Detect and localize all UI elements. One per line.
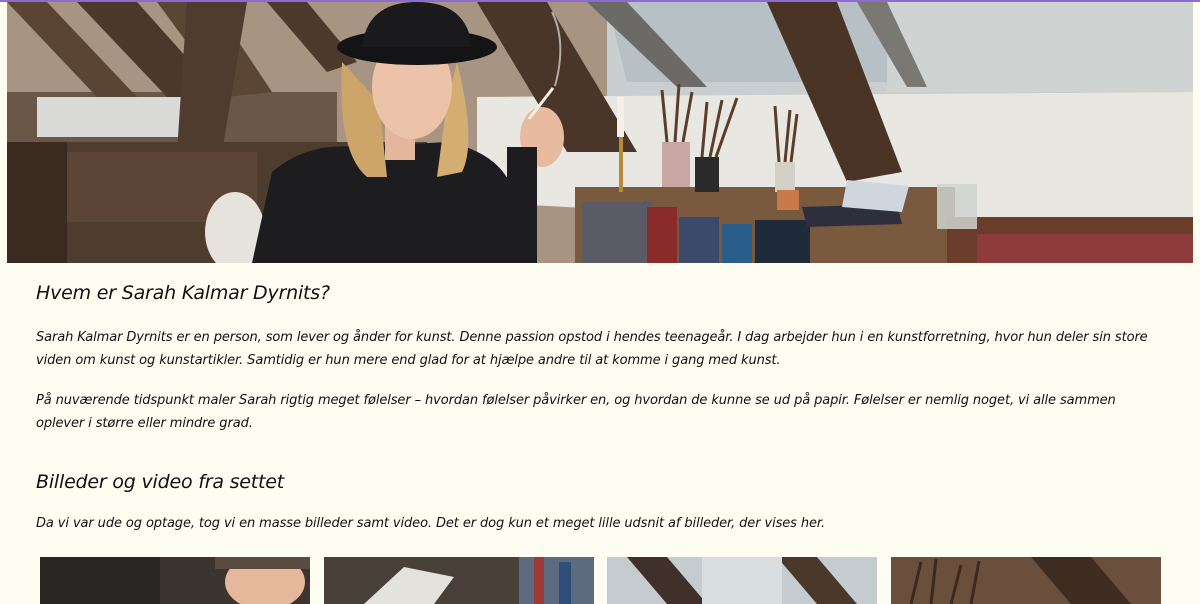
hero-image	[7, 2, 1193, 263]
gallery-thumbnail[interactable]	[607, 557, 877, 604]
gallery-heading: Billeder og video fra settet	[36, 471, 285, 493]
gallery-thumbnail[interactable]	[324, 557, 594, 604]
gallery-thumbnail[interactable]	[40, 557, 310, 604]
about-paragraph-1: Sarah Kalmar Dyrnits er en person, som l…	[36, 330, 1148, 368]
photo-icon	[40, 557, 310, 604]
photo-gallery	[40, 557, 1162, 604]
photo-icon	[607, 557, 877, 604]
gallery-intro: Da vi var ude og optage, tog vi en masse…	[36, 516, 825, 531]
photo-icon	[891, 557, 1161, 604]
about-paragraph-2: På nuværende tidspunkt maler Sarah rigti…	[36, 393, 1116, 431]
main-content: Hvem er Sarah Kalmar Dyrnits? Sarah Kalm…	[36, 278, 1160, 535]
gallery-thumbnail[interactable]	[891, 557, 1161, 604]
about-heading: Hvem er Sarah Kalmar Dyrnits?	[36, 282, 330, 304]
photo-icon	[324, 557, 594, 604]
